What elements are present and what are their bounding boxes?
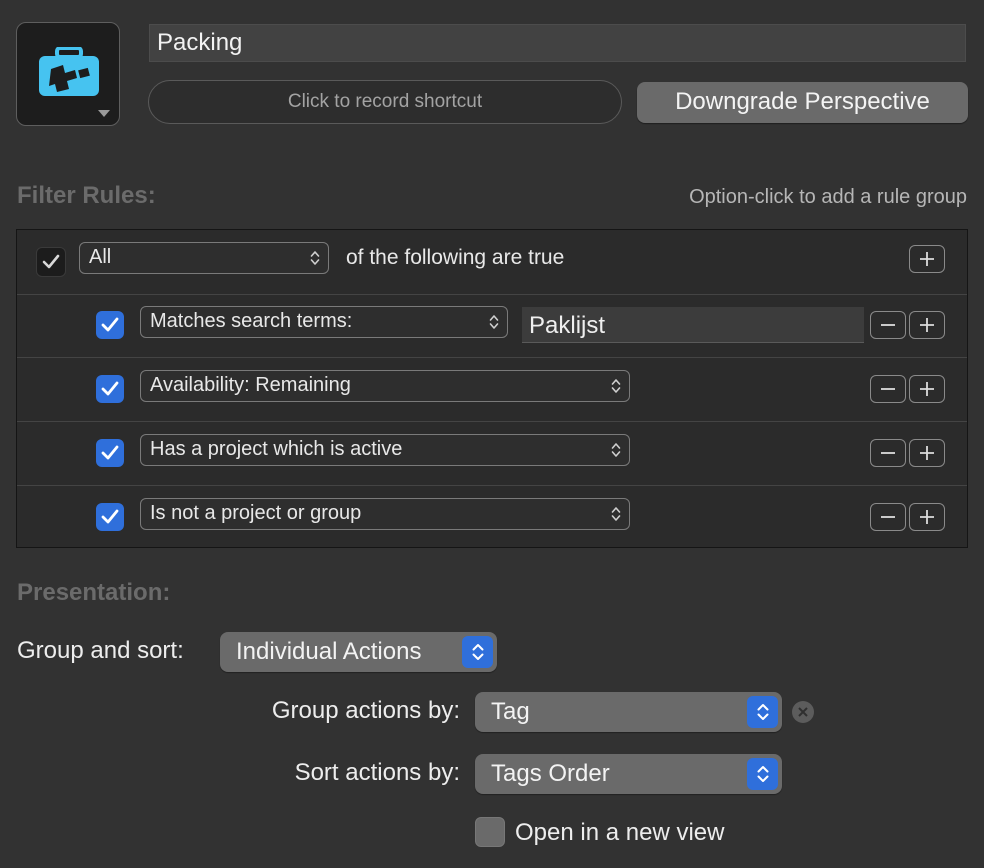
filter-rules-hint: Option-click to add a rule group bbox=[689, 186, 967, 208]
sort-actions-by-popup[interactable]: Tags Order bbox=[475, 754, 782, 794]
quantifier-value: All bbox=[89, 246, 112, 268]
checkmark-icon bbox=[42, 254, 60, 269]
rule-group-row: All of the following are true bbox=[17, 230, 967, 295]
rule-condition-value: Has a project which is active bbox=[150, 438, 403, 460]
group-actions-by-value: Tag bbox=[491, 698, 530, 725]
remove-rule-button[interactable] bbox=[870, 311, 906, 339]
rule-row: Is not a project or group bbox=[17, 485, 967, 549]
close-icon bbox=[798, 707, 808, 717]
checkmark-icon bbox=[101, 381, 119, 396]
rule-checkbox[interactable] bbox=[96, 311, 124, 339]
minus-icon bbox=[881, 516, 895, 518]
group-and-sort-popup[interactable]: Individual Actions bbox=[220, 632, 497, 672]
updown-arrows-icon bbox=[611, 379, 621, 393]
rule-checkbox[interactable] bbox=[96, 503, 124, 531]
rule-condition-value: Matches search terms: bbox=[150, 310, 353, 332]
plus-icon bbox=[920, 382, 934, 396]
open-new-view-label: Open in a new view bbox=[515, 819, 725, 846]
add-rule-button[interactable] bbox=[909, 311, 945, 339]
rule-condition-popup[interactable]: Availability: Remaining bbox=[140, 370, 630, 402]
open-new-view-checkbox[interactable] bbox=[475, 817, 505, 847]
updown-arrows-icon bbox=[747, 758, 778, 790]
filter-rules-box: All of the following are true Matches se… bbox=[16, 229, 968, 548]
quantifier-popup[interactable]: All bbox=[79, 242, 329, 274]
presentation-title: Presentation: bbox=[17, 579, 171, 606]
sort-actions-by-value: Tags Order bbox=[491, 760, 610, 787]
perspective-name-field[interactable]: Packing bbox=[149, 24, 966, 62]
minus-icon bbox=[881, 452, 895, 454]
group-actions-by-popup[interactable]: Tag bbox=[475, 692, 782, 732]
plus-icon bbox=[920, 318, 934, 332]
remove-rule-button[interactable] bbox=[870, 439, 906, 467]
checkmark-icon bbox=[101, 509, 119, 524]
add-rule-button[interactable] bbox=[909, 439, 945, 467]
group-and-sort-label: Group and sort: bbox=[17, 637, 184, 664]
rule-condition-value: Availability: Remaining bbox=[150, 374, 351, 396]
updown-arrows-icon bbox=[747, 696, 778, 728]
quantifier-suffix: of the following are true bbox=[346, 246, 565, 269]
chevron-down-icon bbox=[98, 110, 110, 117]
remove-rule-button[interactable] bbox=[870, 503, 906, 531]
group-and-sort-value: Individual Actions bbox=[236, 638, 422, 665]
clear-group-by-button[interactable] bbox=[792, 701, 814, 723]
plus-icon bbox=[920, 510, 934, 524]
updown-arrows-icon bbox=[611, 443, 621, 457]
filter-rules-title: Filter Rules: bbox=[17, 182, 156, 209]
rule-condition-popup[interactable]: Is not a project or group bbox=[140, 498, 630, 530]
add-rule-button[interactable] bbox=[909, 375, 945, 403]
checkmark-icon bbox=[101, 317, 119, 332]
plus-icon bbox=[920, 252, 934, 266]
search-terms-input[interactable]: Paklijst bbox=[522, 307, 864, 343]
rule-condition-popup[interactable]: Matches search terms: bbox=[140, 306, 508, 338]
minus-icon bbox=[881, 324, 895, 326]
rule-row: Matches search terms: Paklijst bbox=[17, 293, 967, 358]
updown-arrows-icon bbox=[462, 636, 493, 668]
rule-checkbox[interactable] bbox=[96, 375, 124, 403]
rule-row: Availability: Remaining bbox=[17, 357, 967, 422]
rule-condition-value: Is not a project or group bbox=[150, 502, 362, 524]
updown-arrows-icon bbox=[489, 315, 499, 329]
updown-arrows-icon bbox=[611, 507, 621, 521]
remove-rule-button[interactable] bbox=[870, 375, 906, 403]
rule-checkbox[interactable] bbox=[96, 439, 124, 467]
perspective-icon-picker[interactable] bbox=[16, 22, 120, 126]
sort-actions-by-label: Sort actions by: bbox=[294, 759, 460, 786]
add-rule-button[interactable] bbox=[909, 245, 945, 273]
checkmark-icon bbox=[101, 445, 119, 460]
add-rule-button[interactable] bbox=[909, 503, 945, 531]
rule-condition-popup[interactable]: Has a project which is active bbox=[140, 434, 630, 466]
updown-arrows-icon bbox=[310, 251, 320, 265]
suitcase-icon bbox=[39, 47, 99, 96]
group-actions-by-label: Group actions by: bbox=[271, 697, 460, 724]
plus-icon bbox=[920, 446, 934, 460]
downgrade-perspective-button[interactable]: Downgrade Perspective bbox=[637, 82, 968, 123]
shortcut-recorder[interactable]: Click to record shortcut bbox=[148, 80, 622, 124]
minus-icon bbox=[881, 388, 895, 390]
rule-group-checkbox[interactable] bbox=[36, 247, 66, 277]
rule-row: Has a project which is active bbox=[17, 421, 967, 486]
